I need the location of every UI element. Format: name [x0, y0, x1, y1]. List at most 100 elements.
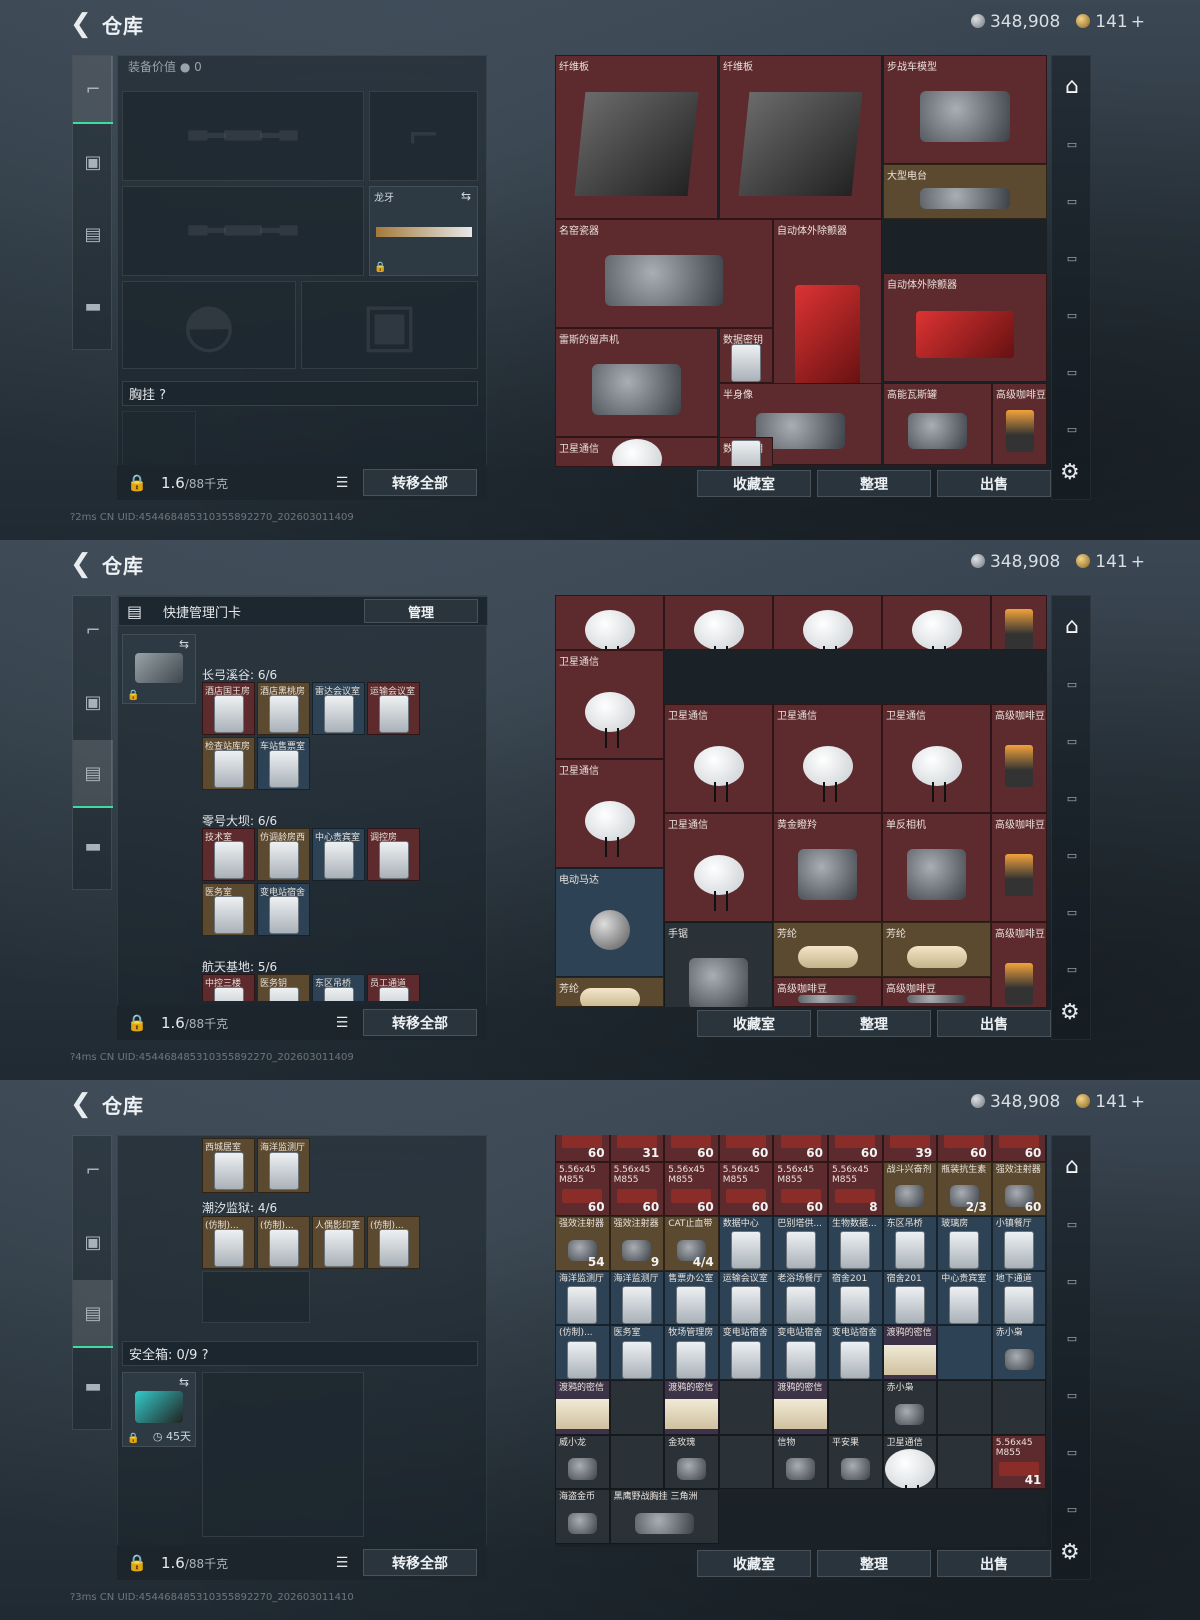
stash-page-icon[interactable]: ▭: [1052, 656, 1092, 713]
stash-item[interactable]: 大型电台: [883, 164, 1047, 219]
stash-page-icon[interactable]: ▭: [1052, 884, 1092, 941]
stash-item[interactable]: 5.56x45 M855 41: [991, 1434, 1047, 1490]
stash-page-icon[interactable]: ▭: [1052, 1367, 1092, 1424]
stash-item[interactable]: 单反相机: [882, 813, 991, 922]
back-icon[interactable]: ❮: [70, 1090, 98, 1118]
transfer-all-button[interactable]: 转移全部: [363, 1549, 477, 1576]
keycard-item[interactable]: 仿调龄房西: [257, 828, 310, 881]
stash-item[interactable]: 赤小枭: [882, 1380, 938, 1435]
stash-page-icon[interactable]: ▭: [1052, 1196, 1092, 1253]
stash-item[interactable]: 瓶装抗生素 2/3: [937, 1161, 992, 1217]
warehouse-icon[interactable]: ⌂: [1052, 1136, 1092, 1196]
stash-item[interactable]: 东区吊桥: [882, 1216, 938, 1271]
sort-button[interactable]: 整理: [817, 470, 931, 497]
stash-item[interactable]: 60: [828, 1135, 883, 1162]
stash-item[interactable]: [555, 595, 664, 650]
list-icon[interactable]: ☰: [329, 1011, 355, 1035]
stash-item[interactable]: 卫星通信: [882, 1434, 938, 1490]
keycard-item[interactable]: 车站售票室: [257, 737, 310, 790]
stash-item[interactable]: 渡鸦的密信: [555, 1380, 610, 1435]
empty-keycard-slot[interactable]: [202, 1271, 310, 1323]
keycard-item[interactable]: 员工通道: [367, 974, 420, 1001]
tab-keycards[interactable]: ▤: [73, 1280, 113, 1348]
sort-button[interactable]: 整理: [817, 1550, 931, 1577]
stash-item[interactable]: 手锯: [664, 922, 773, 1007]
list-icon[interactable]: ☰: [329, 1551, 355, 1575]
keycard-item[interactable]: 东区吊桥: [312, 974, 365, 1001]
stash-item[interactable]: 60: [718, 1135, 774, 1162]
stash-item[interactable]: 医务室: [609, 1325, 665, 1380]
keycard-item[interactable]: 医务室: [202, 883, 255, 936]
stash-item[interactable]: 5.56x45 M855 60: [609, 1161, 665, 1217]
keycard-item[interactable]: 中心贵宾室: [312, 828, 365, 881]
stash-page-icon[interactable]: ▭: [1052, 116, 1092, 173]
stash-item[interactable]: [828, 1380, 883, 1435]
tab-armor[interactable]: ▣: [73, 668, 113, 736]
stash-page-icon[interactable]: ▭: [1052, 1253, 1092, 1310]
stash-item[interactable]: [609, 1380, 665, 1435]
armor-slot[interactable]: ▣: [301, 281, 478, 369]
collection-room-button[interactable]: 收藏室: [697, 470, 811, 497]
stash-item[interactable]: 高级咖啡豆: [991, 922, 1047, 1007]
stash-item[interactable]: [937, 1325, 992, 1380]
stash-item[interactable]: 电动马达: [555, 868, 664, 977]
sell-button[interactable]: 出售: [937, 1550, 1051, 1577]
stash-item[interactable]: 高级咖啡豆: [882, 977, 991, 1007]
stash-item[interactable]: 强效注射器 60: [991, 1161, 1047, 1217]
stash-item[interactable]: 卫星通信: [555, 437, 718, 467]
stash-item[interactable]: 强效注射器 9: [609, 1216, 665, 1271]
stash-item[interactable]: 60: [664, 1135, 719, 1162]
stash-item[interactable]: 渡鸦的密信: [882, 1325, 938, 1380]
lock-icon[interactable]: 🔒: [117, 1553, 157, 1572]
stash-item[interactable]: 变电站宿舍: [718, 1325, 774, 1380]
keycard-item[interactable]: 检查站库房: [202, 737, 255, 790]
keycard-item[interactable]: 变电站宿舍: [257, 883, 310, 936]
stash-page-icon[interactable]: ▭: [1052, 1481, 1092, 1538]
stash-item[interactable]: 生物数据...: [828, 1216, 883, 1271]
stash-item[interactable]: 60: [937, 1135, 992, 1162]
keycard-item[interactable]: 技术室: [202, 828, 255, 881]
stash-item[interactable]: 芳纶: [555, 977, 664, 1007]
stash-item[interactable]: 中心贵宾室: [937, 1270, 992, 1326]
stash-item[interactable]: 卫星通信: [664, 813, 773, 922]
secondary-weapon-slot[interactable]: ╾━╼: [122, 186, 364, 276]
add-gold-icon[interactable]: +: [1131, 1092, 1145, 1112]
stash-item[interactable]: [937, 1380, 992, 1435]
stash-item[interactable]: 名窑瓷器: [555, 219, 773, 328]
tab-armor[interactable]: ▣: [73, 128, 113, 196]
keycard-item[interactable]: 雷达会议室: [312, 682, 365, 735]
stash-item[interactable]: 地下通道: [991, 1270, 1047, 1326]
stash-item[interactable]: 海洋监测厅: [555, 1270, 610, 1326]
tab-weapons[interactable]: ⌐: [73, 1136, 113, 1204]
tab-cases[interactable]: ▬: [73, 1352, 113, 1420]
stash-item[interactable]: 39: [882, 1135, 938, 1162]
back-icon[interactable]: ❮: [70, 550, 98, 578]
tab-armor[interactable]: ▣: [73, 1208, 113, 1276]
stash-item[interactable]: 卫星通信: [773, 704, 882, 813]
stash-item[interactable]: [773, 595, 882, 650]
stash-item[interactable]: 售票办公室: [664, 1270, 719, 1326]
stash-item[interactable]: 高级咖啡豆: [991, 704, 1047, 813]
add-gold-icon[interactable]: +: [1131, 552, 1145, 572]
stash-item[interactable]: CAT止血带 4/4: [664, 1216, 719, 1271]
chest-rig-header[interactable]: 胸挂 ?: [122, 381, 478, 406]
stash-item[interactable]: 芳纶: [882, 922, 991, 977]
gold-balance[interactable]: 141 +: [1076, 1092, 1145, 1112]
back-icon[interactable]: ❮: [70, 10, 98, 38]
gold-balance[interactable]: 141 +: [1076, 12, 1145, 32]
stash-page-icon[interactable]: ▭: [1052, 770, 1092, 827]
stash-item[interactable]: [937, 1434, 992, 1490]
stash-item[interactable]: 高级咖啡豆: [992, 383, 1047, 465]
settings-gear-icon[interactable]: ⚙: [1060, 1540, 1080, 1565]
transfer-all-button[interactable]: 转移全部: [363, 1009, 477, 1036]
keycard-item[interactable]: 中控三楼: [202, 974, 255, 1001]
stash-item[interactable]: 黄金瞪羚: [773, 813, 882, 922]
stash-item[interactable]: [718, 1380, 774, 1435]
stash-item[interactable]: 步战车模型: [883, 55, 1047, 164]
stash-item[interactable]: [664, 595, 773, 650]
swap-icon[interactable]: ⇆: [179, 1375, 189, 1389]
stash-page-icon[interactable]: ▭: [1052, 344, 1092, 401]
tab-keycards[interactable]: ▤: [73, 740, 113, 808]
lock-icon[interactable]: 🔒: [117, 1013, 157, 1032]
stash-item[interactable]: 赤小枭: [991, 1325, 1047, 1380]
